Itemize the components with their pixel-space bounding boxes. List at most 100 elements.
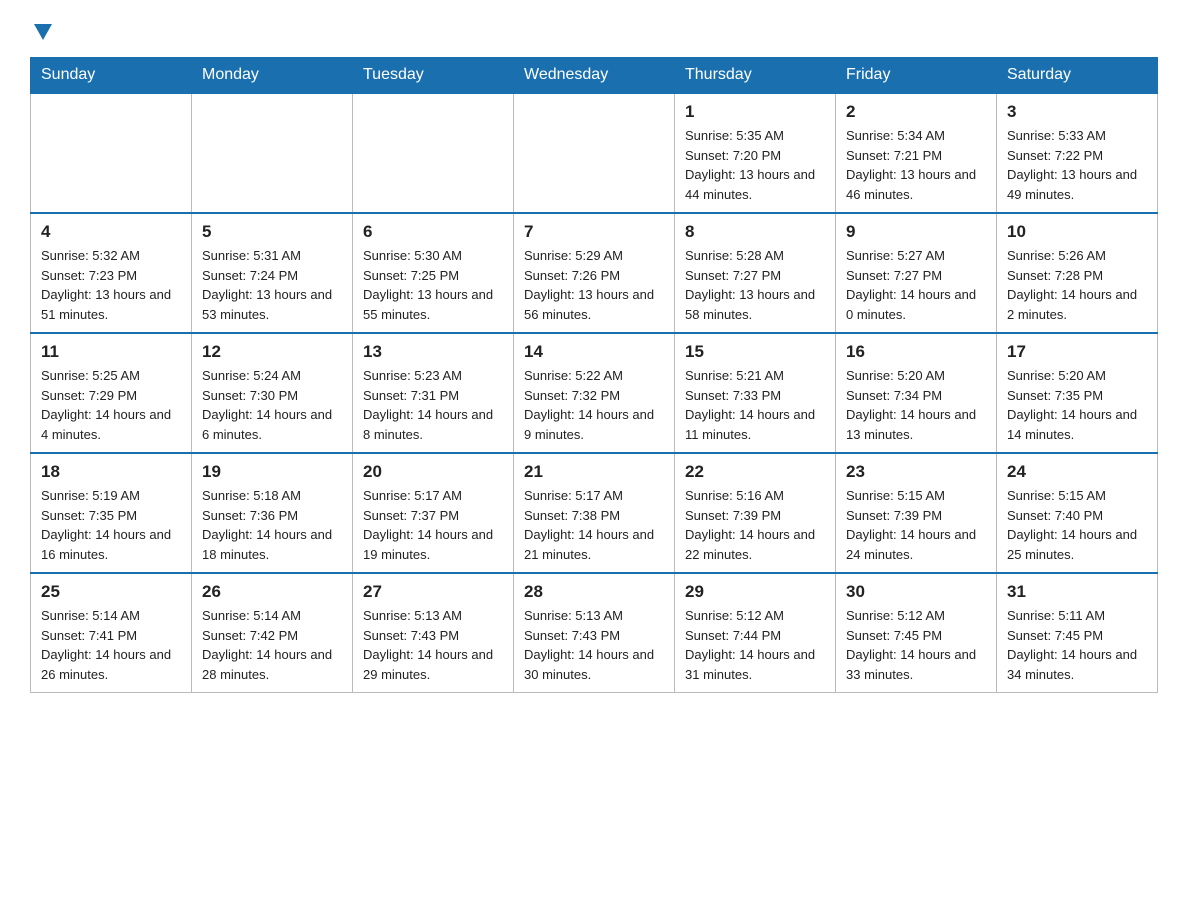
calendar-cell: 6 Sunrise: 5:30 AMSunset: 7:25 PMDaylight… xyxy=(353,213,514,333)
day-info: Sunrise: 5:20 AMSunset: 7:35 PMDaylight:… xyxy=(1007,366,1147,444)
day-number: 31 xyxy=(1007,582,1147,602)
day-number: 22 xyxy=(685,462,825,482)
day-info: Sunrise: 5:29 AMSunset: 7:26 PMDaylight:… xyxy=(524,246,664,324)
calendar-cell: 4Sunrise: 5:32 AMSunset: 7:23 PMDaylight… xyxy=(31,213,192,333)
calendar-cell: 20 Sunrise: 5:17 AMSunset: 7:37 PMDayligh… xyxy=(353,453,514,573)
day-info: Sunrise: 5:17 AMSunset: 7:37 PMDaylight:… xyxy=(363,486,503,564)
day-info: Sunrise: 5:30 AMSunset: 7:25 PMDaylight:… xyxy=(363,246,503,324)
day-info: Sunrise: 5:18 AMSunset: 7:36 PMDaylight:… xyxy=(202,486,342,564)
day-number: 14 xyxy=(524,342,664,362)
col-sunday: Sunday xyxy=(31,58,192,94)
day-number: 6 xyxy=(363,222,503,242)
calendar-cell: 29 Sunrise: 5:12 AMSunset: 7:44 PMDayligh… xyxy=(675,573,836,693)
day-number: 20 xyxy=(363,462,503,482)
day-info: Sunrise: 5:13 AMSunset: 7:43 PMDaylight:… xyxy=(363,606,503,684)
day-number: 12 xyxy=(202,342,342,362)
day-number: 11 xyxy=(41,342,181,362)
day-info: Sunrise: 5:17 AMSunset: 7:38 PMDaylight:… xyxy=(524,486,664,564)
logo xyxy=(30,20,54,47)
day-number: 19 xyxy=(202,462,342,482)
calendar-cell: 17 Sunrise: 5:20 AMSunset: 7:35 PMDayligh… xyxy=(997,333,1158,453)
day-info: Sunrise: 5:13 AMSunset: 7:43 PMDaylight:… xyxy=(524,606,664,684)
day-info: Sunrise: 5:21 AMSunset: 7:33 PMDaylight:… xyxy=(685,366,825,444)
day-number: 27 xyxy=(363,582,503,602)
calendar-cell: 8Sunrise: 5:28 AMSunset: 7:27 PMDaylight… xyxy=(675,213,836,333)
day-number: 9 xyxy=(846,222,986,242)
day-number: 15 xyxy=(685,342,825,362)
calendar-cell: 11 Sunrise: 5:25 AMSunset: 7:29 PMDayligh… xyxy=(31,333,192,453)
calendar-cell xyxy=(353,93,514,213)
calendar-week-row-4: 18 Sunrise: 5:19 AMSunset: 7:35 PMDayligh… xyxy=(31,453,1158,573)
day-info: Sunrise: 5:28 AMSunset: 7:27 PMDaylight:… xyxy=(685,246,825,324)
day-info: Sunrise: 5:19 AMSunset: 7:35 PMDaylight:… xyxy=(41,486,181,564)
calendar-table: Sunday Monday Tuesday Wednesday Thursday… xyxy=(30,57,1158,693)
day-info: Sunrise: 5:11 AMSunset: 7:45 PMDaylight:… xyxy=(1007,606,1147,684)
calendar-cell: 10Sunrise: 5:26 AMSunset: 7:28 PMDayligh… xyxy=(997,213,1158,333)
day-info: Sunrise: 5:12 AMSunset: 7:45 PMDaylight:… xyxy=(846,606,986,684)
calendar-cell: 27 Sunrise: 5:13 AMSunset: 7:43 PMDayligh… xyxy=(353,573,514,693)
col-monday: Monday xyxy=(192,58,353,94)
col-wednesday: Wednesday xyxy=(514,58,675,94)
calendar-cell: 25Sunrise: 5:14 AMSunset: 7:41 PMDayligh… xyxy=(31,573,192,693)
day-number: 29 xyxy=(685,582,825,602)
day-number: 2 xyxy=(846,102,986,122)
calendar-header-row: Sunday Monday Tuesday Wednesday Thursday… xyxy=(31,58,1158,94)
calendar-week-row-2: 4Sunrise: 5:32 AMSunset: 7:23 PMDaylight… xyxy=(31,213,1158,333)
day-number: 30 xyxy=(846,582,986,602)
day-number: 5 xyxy=(202,222,342,242)
calendar-cell: 12 Sunrise: 5:24 AMSunset: 7:30 PMDayligh… xyxy=(192,333,353,453)
calendar-week-row-3: 11 Sunrise: 5:25 AMSunset: 7:29 PMDayligh… xyxy=(31,333,1158,453)
day-info: Sunrise: 5:20 AMSunset: 7:34 PMDaylight:… xyxy=(846,366,986,444)
calendar-cell: 3Sunrise: 5:33 AMSunset: 7:22 PMDaylight… xyxy=(997,93,1158,213)
calendar-cell: 16 Sunrise: 5:20 AMSunset: 7:34 PMDayligh… xyxy=(836,333,997,453)
day-info: Sunrise: 5:31 AMSunset: 7:24 PMDaylight:… xyxy=(202,246,342,324)
day-number: 1 xyxy=(685,102,825,122)
calendar-cell: 2 Sunrise: 5:34 AMSunset: 7:21 PMDaylight… xyxy=(836,93,997,213)
day-info: Sunrise: 5:34 AMSunset: 7:21 PMDaylight:… xyxy=(846,126,986,204)
calendar-cell: 24 Sunrise: 5:15 AMSunset: 7:40 PMDayligh… xyxy=(997,453,1158,573)
calendar-cell: 18 Sunrise: 5:19 AMSunset: 7:35 PMDayligh… xyxy=(31,453,192,573)
day-number: 25 xyxy=(41,582,181,602)
calendar-cell xyxy=(192,93,353,213)
calendar-cell: 30 Sunrise: 5:12 AMSunset: 7:45 PMDayligh… xyxy=(836,573,997,693)
calendar-cell: 31 Sunrise: 5:11 AMSunset: 7:45 PMDayligh… xyxy=(997,573,1158,693)
day-number: 10 xyxy=(1007,222,1147,242)
day-info: Sunrise: 5:35 AMSunset: 7:20 PMDaylight:… xyxy=(685,126,825,204)
col-friday: Friday xyxy=(836,58,997,94)
day-number: 28 xyxy=(524,582,664,602)
day-info: Sunrise: 5:24 AMSunset: 7:30 PMDaylight:… xyxy=(202,366,342,444)
calendar-cell: 1 Sunrise: 5:35 AMSunset: 7:20 PMDaylight… xyxy=(675,93,836,213)
day-info: Sunrise: 5:16 AMSunset: 7:39 PMDaylight:… xyxy=(685,486,825,564)
calendar-week-row-1: 1 Sunrise: 5:35 AMSunset: 7:20 PMDaylight… xyxy=(31,93,1158,213)
day-number: 18 xyxy=(41,462,181,482)
day-number: 26 xyxy=(202,582,342,602)
day-number: 21 xyxy=(524,462,664,482)
day-info: Sunrise: 5:25 AMSunset: 7:29 PMDaylight:… xyxy=(41,366,181,444)
calendar-cell: 9 Sunrise: 5:27 AMSunset: 7:27 PMDaylight… xyxy=(836,213,997,333)
day-number: 17 xyxy=(1007,342,1147,362)
day-info: Sunrise: 5:32 AMSunset: 7:23 PMDaylight:… xyxy=(41,246,181,324)
calendar-cell: 21 Sunrise: 5:17 AMSunset: 7:38 PMDayligh… xyxy=(514,453,675,573)
calendar-cell xyxy=(31,93,192,213)
calendar-cell: 5 Sunrise: 5:31 AMSunset: 7:24 PMDaylight… xyxy=(192,213,353,333)
logo-triangle-icon xyxy=(32,20,54,42)
day-number: 16 xyxy=(846,342,986,362)
calendar-cell: 26 Sunrise: 5:14 AMSunset: 7:42 PMDayligh… xyxy=(192,573,353,693)
day-info: Sunrise: 5:22 AMSunset: 7:32 PMDaylight:… xyxy=(524,366,664,444)
calendar-cell xyxy=(514,93,675,213)
col-thursday: Thursday xyxy=(675,58,836,94)
day-number: 23 xyxy=(846,462,986,482)
day-info: Sunrise: 5:12 AMSunset: 7:44 PMDaylight:… xyxy=(685,606,825,684)
calendar-week-row-5: 25Sunrise: 5:14 AMSunset: 7:41 PMDayligh… xyxy=(31,573,1158,693)
day-number: 24 xyxy=(1007,462,1147,482)
calendar-cell: 14 Sunrise: 5:22 AMSunset: 7:32 PMDayligh… xyxy=(514,333,675,453)
day-info: Sunrise: 5:14 AMSunset: 7:42 PMDaylight:… xyxy=(202,606,342,684)
calendar-cell: 28 Sunrise: 5:13 AMSunset: 7:43 PMDayligh… xyxy=(514,573,675,693)
calendar-cell: 15 Sunrise: 5:21 AMSunset: 7:33 PMDayligh… xyxy=(675,333,836,453)
day-info: Sunrise: 5:27 AMSunset: 7:27 PMDaylight:… xyxy=(846,246,986,324)
page-header xyxy=(30,20,1158,47)
day-info: Sunrise: 5:15 AMSunset: 7:39 PMDaylight:… xyxy=(846,486,986,564)
calendar-cell: 22 Sunrise: 5:16 AMSunset: 7:39 PMDayligh… xyxy=(675,453,836,573)
day-number: 3 xyxy=(1007,102,1147,122)
day-info: Sunrise: 5:15 AMSunset: 7:40 PMDaylight:… xyxy=(1007,486,1147,564)
